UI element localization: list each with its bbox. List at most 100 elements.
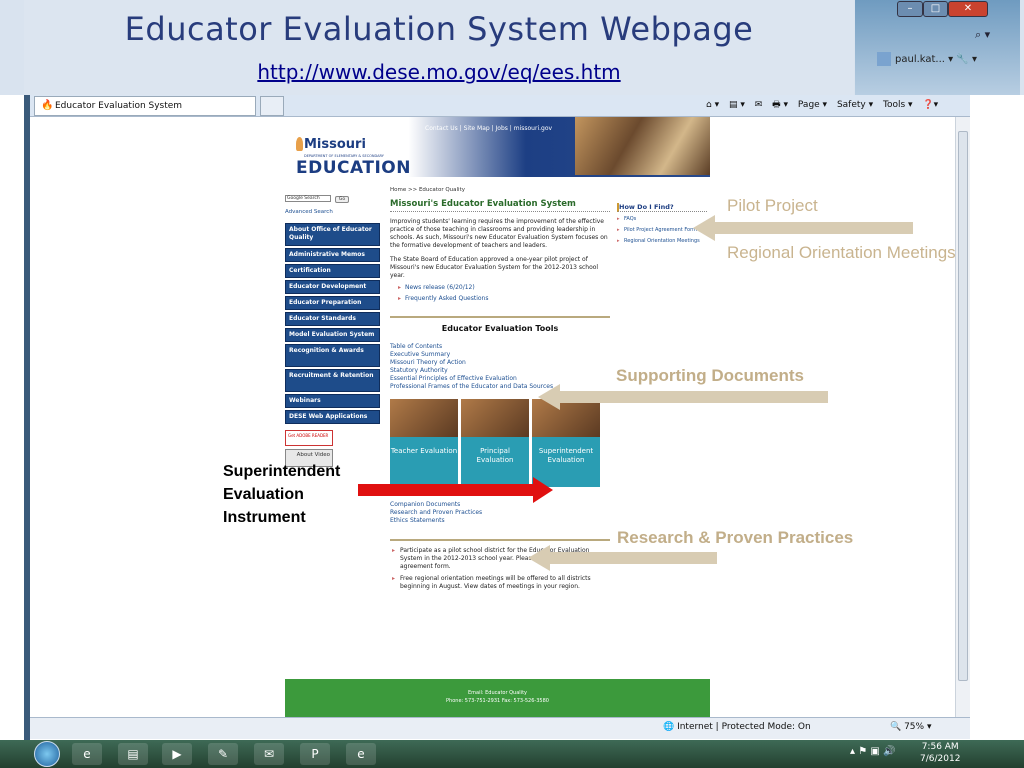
nav-recognition[interactable]: Recognition & Awards — [285, 344, 380, 367]
participate-section: Participate as a pilot school district f… — [390, 539, 610, 591]
nav-webinars[interactable]: Webinars — [285, 394, 380, 408]
start-button[interactable] — [34, 741, 60, 767]
vertical-scrollbar[interactable] — [955, 117, 970, 717]
tools-heading: Educator Evaluation Tools — [390, 316, 610, 333]
tab-educator-evaluation[interactable]: 🔥 Educator Evaluation System — [34, 96, 256, 116]
google-search: Google Search Go — [285, 195, 380, 209]
arrow-research-head — [528, 545, 550, 571]
paint-icon[interactable]: ✎ — [208, 743, 238, 765]
pilot-paragraph: The State Board of Education approved a … — [390, 256, 599, 279]
home-icon[interactable]: ⌂ ▾ — [706, 100, 719, 110]
zoom-control[interactable]: 🔍 75% ▾ — [890, 722, 931, 732]
annotation-superintendent: Superintendent Evaluation Instrument — [223, 463, 341, 526]
adobe-reader-badge[interactable]: Get ADOBE READER — [285, 430, 333, 446]
avatar — [877, 52, 891, 66]
page-menu[interactable]: Page ▾ — [798, 100, 827, 110]
advanced-search-link[interactable]: Advanced Search — [285, 209, 380, 215]
tool-link[interactable]: Professional Frames of the Educator and … — [390, 383, 610, 391]
intro-paragraph: Improving students' learning requires th… — [390, 218, 608, 249]
teacher-evaluation-tile[interactable]: Teacher Evaluation — [390, 399, 458, 487]
clock[interactable]: 7:56 AM 7/6/2012 — [920, 741, 960, 765]
ie-active-icon[interactable]: e — [346, 743, 376, 765]
tools-list: Table of Contents Executive Summary Miss… — [390, 343, 610, 391]
tool-link[interactable]: Table of Contents — [390, 343, 610, 351]
annotation-pilot-project: Pilot Project — [727, 196, 818, 215]
tool-link[interactable]: Essential Principles of Effective Evalua… — [390, 375, 610, 383]
tool-link[interactable]: Statutory Authority — [390, 367, 610, 375]
tool-link[interactable]: Missouri Theory of Action — [390, 359, 610, 367]
slide-title: Educator Evaluation System Webpage — [124, 10, 754, 48]
scroll-thumb[interactable] — [958, 131, 968, 681]
missouri-education-logo[interactable]: Missouri DEPARTMENT OF ELEMENTARY & SECO… — [290, 135, 410, 178]
help-icon[interactable]: ❓▾ — [922, 100, 938, 110]
annotation-supporting-documents: Supporting Documents — [616, 366, 804, 385]
window-controls: – □ ✕ ⌕ ▾ paul.kat... ▾ 🔧 ▾ — [855, 0, 1020, 95]
nav-dese-web-apps[interactable]: DESE Web Applications — [285, 410, 380, 424]
nav-certification[interactable]: Certification — [285, 264, 380, 278]
principal-evaluation-tile[interactable]: Principal Evaluation — [461, 399, 529, 487]
superintendent-evaluation-tile[interactable]: Superintendent Evaluation — [532, 399, 600, 487]
nav-educator-preparation[interactable]: Educator Preparation — [285, 296, 380, 310]
search-input[interactable]: Google Search — [285, 195, 331, 202]
companion-link[interactable]: Ethics Statements — [390, 517, 610, 525]
left-navigation: Google Search Go Advanced Search About Of… — [285, 195, 380, 467]
teacher-photo — [390, 399, 458, 437]
tab-bar: 🔥 Educator Evaluation System ⌂ ▾ ▤ ▾ ✉ 🖶 … — [30, 95, 970, 117]
arrow-pilot — [715, 222, 913, 234]
search-go-button[interactable]: Go — [335, 196, 349, 203]
nav-model-evaluation[interactable]: Model Evaluation System — [285, 328, 380, 342]
nav-recruitment[interactable]: Recruitment & Retention — [285, 369, 380, 392]
arrow-superintendent — [358, 484, 533, 496]
dese-page: Contact Us | Site Map | Jobs | missouri.… — [285, 117, 710, 717]
companion-list: Companion Documents Research and Proven … — [390, 501, 610, 525]
arrow-research — [550, 552, 717, 564]
page-heading: Missouri's Educator Evaluation System — [390, 199, 610, 212]
new-tab-button[interactable] — [260, 96, 284, 116]
nav-admin-memos[interactable]: Administrative Memos — [285, 248, 380, 262]
site-footer: Email: Educator Quality Phone: 573-751-2… — [285, 679, 710, 717]
tools-menu[interactable]: Tools ▾ — [883, 100, 913, 110]
companion-link[interactable]: Research and Proven Practices — [390, 509, 610, 517]
howdo-heading: How Do I Find? — [617, 203, 707, 212]
site-favicon-icon: 🔥 — [41, 100, 54, 111]
annotation-regional-meetings: Regional Orientation Meetings — [727, 243, 956, 262]
security-zone[interactable]: 🌐 Internet | Protected Mode: On — [663, 722, 811, 732]
safety-menu[interactable]: Safety ▾ — [837, 100, 873, 110]
nav-educator-standards[interactable]: Educator Standards — [285, 312, 380, 326]
principal-photo — [461, 399, 529, 437]
flame-icon — [296, 137, 303, 151]
mail-icon[interactable]: ✉ — [755, 100, 763, 110]
faq-link[interactable]: Frequently Asked Questions — [390, 295, 610, 302]
tool-link[interactable]: Executive Summary — [390, 351, 610, 359]
explorer-icon[interactable]: ▤ — [118, 743, 148, 765]
annotation-research: Research & Proven Practices — [617, 528, 854, 547]
outlook-icon[interactable]: ✉ — [254, 743, 284, 765]
arrow-superintendent-head — [533, 477, 553, 503]
slide-url-link[interactable]: http://www.dese.mo.gov/eq/ees.htm — [24, 60, 854, 84]
breadcrumb[interactable]: Home >> Educator Quality — [390, 187, 610, 193]
maximize-button[interactable]: □ — [923, 1, 948, 17]
print-icon[interactable]: 🖶 ▾ — [772, 100, 788, 110]
arrow-supporting-head — [538, 384, 560, 410]
students-photo — [575, 117, 710, 175]
command-bar: ⌂ ▾ ▤ ▾ ✉ 🖶 ▾ Page ▾ Safety ▾ Tools ▾ ❓▾ — [706, 97, 945, 113]
nav-about-office[interactable]: About Office of Educator Quality — [285, 223, 380, 246]
close-button[interactable]: ✕ — [948, 1, 988, 17]
ie-icon[interactable]: e — [72, 743, 102, 765]
minimize-button[interactable]: – — [897, 1, 923, 17]
powerpoint-icon[interactable]: P — [300, 743, 330, 765]
user-menu[interactable]: paul.kat... ▾ 🔧 ▾ — [877, 52, 1017, 68]
media-player-icon[interactable]: ▶ — [162, 743, 192, 765]
header-links[interactable]: Contact Us | Site Map | Jobs | missouri.… — [425, 125, 552, 132]
companion-link[interactable]: Companion Documents — [390, 501, 610, 509]
news-release-link[interactable]: News release (6/20/12) — [390, 284, 610, 291]
participate-item: Free regional orientation meetings will … — [390, 575, 610, 591]
status-bar: 🌐 Internet | Protected Mode: On 🔍 75% ▾ — [30, 717, 970, 739]
arrow-pilot-head — [693, 215, 715, 241]
search-icon[interactable]: ⌕ ▾ — [975, 28, 990, 42]
slide-banner: Educator Evaluation System Webpage http:… — [24, 0, 854, 95]
feeds-icon[interactable]: ▤ ▾ — [729, 100, 745, 110]
system-tray[interactable]: ▴ ⚑ ▣ 🔊 — [850, 746, 895, 757]
nav-educator-development[interactable]: Educator Development — [285, 280, 380, 294]
windows-taskbar: e ▤ ▶ ✎ ✉ P e ▴ ⚑ ▣ 🔊 7:56 AM 7/6/2012 — [0, 740, 1024, 768]
